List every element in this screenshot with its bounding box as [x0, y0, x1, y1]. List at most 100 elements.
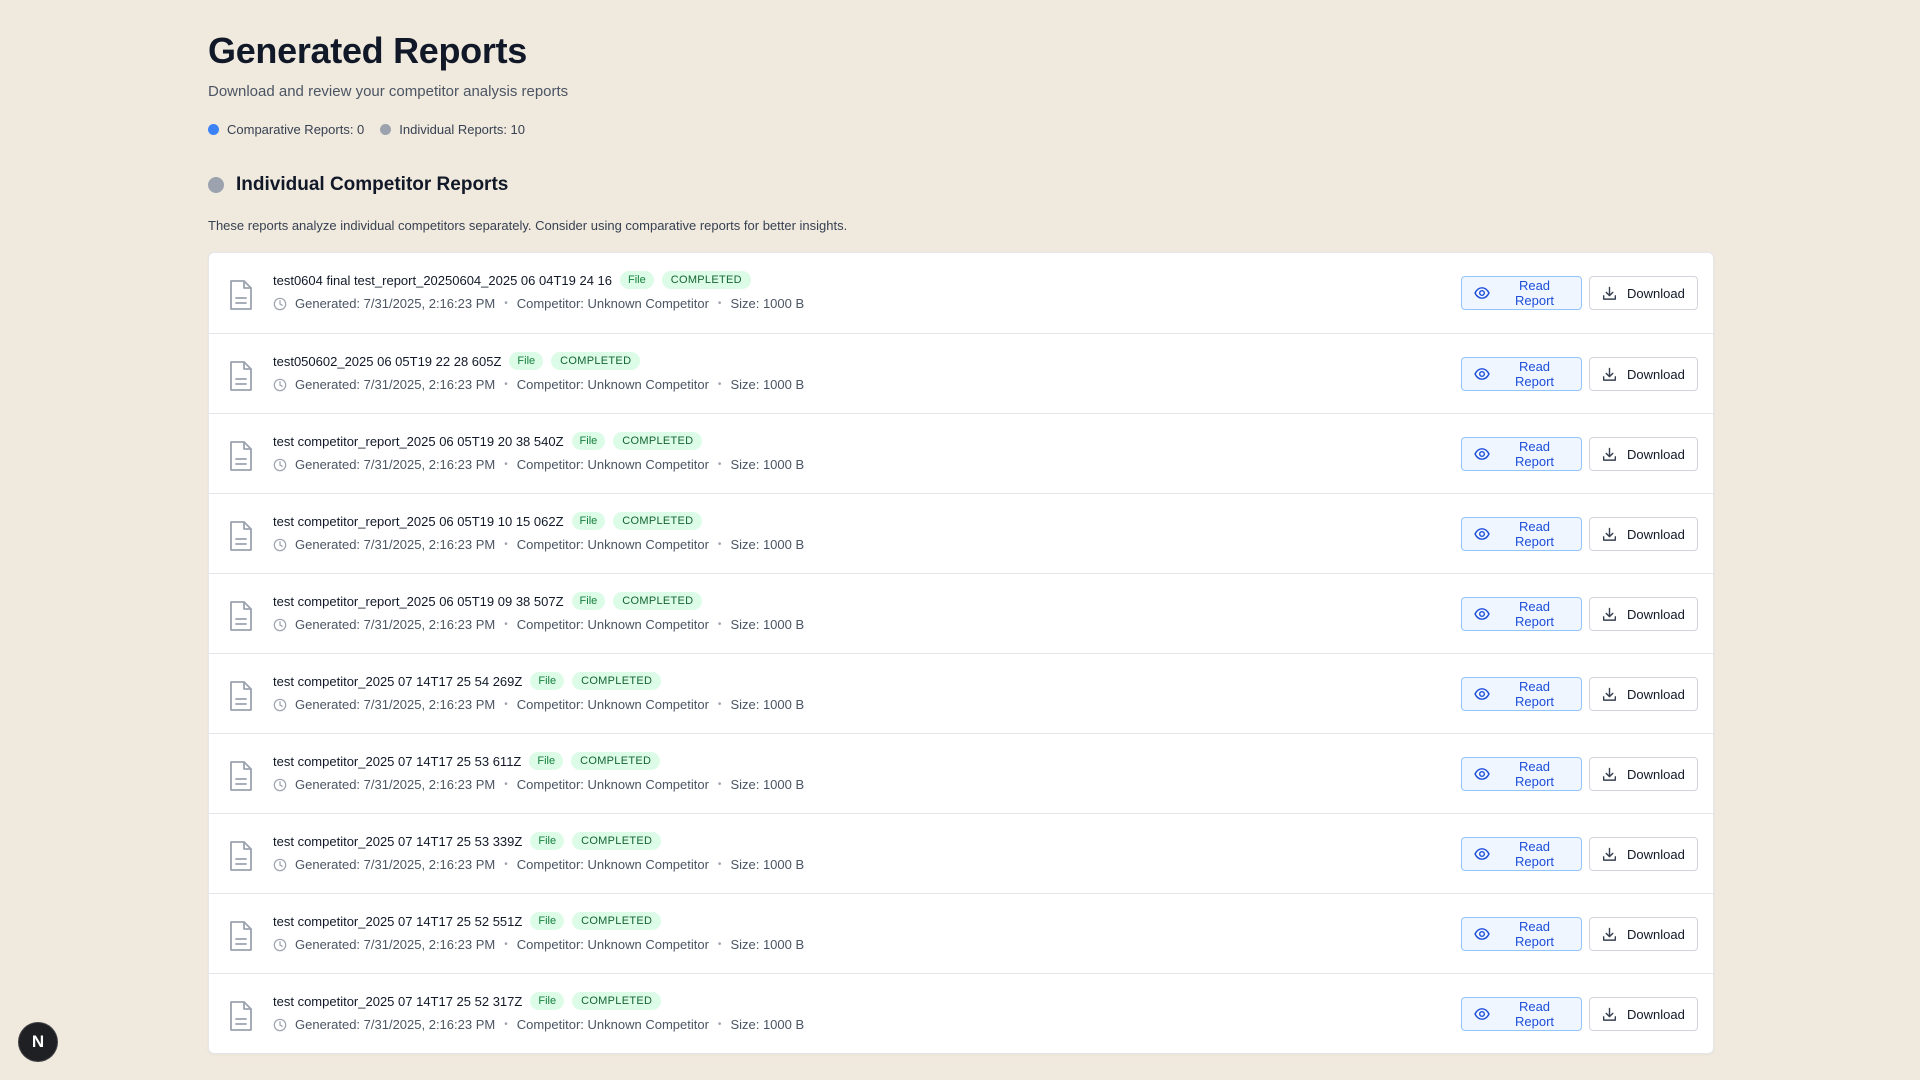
table-row: test competitor_2025 07 14T17 25 53 611Z…	[209, 733, 1713, 813]
separator: •	[717, 619, 722, 630]
separator: •	[504, 939, 508, 950]
status-badge: COMPLETED	[613, 512, 703, 530]
file-size: Size: 1000 B	[730, 537, 805, 552]
report-name: test competitor_2025 07 14T17 25 54 269Z	[273, 673, 523, 689]
generated-date: Generated: 7/31/2025, 2:16:23 PM	[295, 537, 496, 552]
file-text-icon	[227, 920, 255, 952]
eye-icon	[1474, 528, 1490, 540]
report-meta: Generated: 7/31/2025, 2:16:23 PM • Compe…	[273, 296, 804, 311]
separator: •	[504, 1019, 508, 1030]
competitor-name: Competitor: Unknown Competitor	[516, 377, 709, 392]
clock-icon	[273, 458, 287, 471]
separator: •	[717, 779, 722, 790]
generated-date: Generated: 7/31/2025, 2:16:23 PM	[295, 857, 496, 872]
download-button[interactable]: Download	[1589, 437, 1698, 471]
report-meta: Generated: 7/31/2025, 2:16:23 PM • Compe…	[273, 537, 804, 552]
separator: •	[717, 459, 722, 470]
separator: •	[717, 298, 722, 309]
file-text-icon	[227, 840, 255, 872]
read-report-label: Read Report	[1514, 839, 1555, 869]
table-row: test050602_2025 06 05T19 22 28 605Z File…	[209, 333, 1713, 413]
clock-icon	[273, 297, 287, 310]
report-info: test competitor_2025 07 14T17 25 53 611Z…	[273, 750, 804, 792]
file-size: Size: 1000 B	[730, 857, 805, 872]
download-button[interactable]: Download	[1589, 276, 1698, 310]
file-type-badge: File	[620, 271, 654, 289]
file-text-icon	[227, 279, 255, 311]
read-report-button[interactable]: Read Report	[1461, 757, 1582, 791]
report-name-line: test competitor_report_2025 06 05T19 09 …	[273, 590, 804, 612]
generated-date: Generated: 7/31/2025, 2:16:23 PM	[295, 697, 496, 712]
report-meta: Generated: 7/31/2025, 2:16:23 PM • Compe…	[273, 697, 804, 712]
read-report-button[interactable]: Read Report	[1461, 597, 1582, 631]
report-info: test050602_2025 06 05T19 22 28 605Z File…	[273, 350, 804, 392]
file-type-badge: File	[509, 352, 544, 370]
page-title: Generated Reports	[208, 30, 527, 71]
read-report-label: Read Report	[1514, 359, 1555, 389]
status-badge: COMPLETED	[571, 752, 661, 770]
read-report-button[interactable]: Read Report	[1461, 997, 1582, 1031]
table-row: test competitor_2025 07 14T17 25 54 269Z…	[209, 653, 1713, 733]
eye-icon	[1474, 928, 1490, 940]
report-name: test0604 final test_report_20250604_2025…	[273, 272, 612, 288]
download-button[interactable]: Download	[1589, 517, 1698, 551]
table-row: test competitor_report_2025 06 05T19 10 …	[209, 493, 1713, 573]
download-button[interactable]: Download	[1589, 997, 1698, 1031]
eye-icon	[1474, 1008, 1490, 1020]
read-report-button[interactable]: Read Report	[1461, 357, 1582, 391]
file-size: Size: 1000 B	[730, 617, 805, 632]
file-type-badge: File	[529, 752, 564, 770]
table-row: test competitor_2025 07 14T17 25 52 317Z…	[209, 973, 1713, 1053]
table-row: test competitor_report_2025 06 05T19 09 …	[209, 573, 1713, 653]
table-row: test competitor_2025 07 14T17 25 52 551Z…	[209, 893, 1713, 973]
report-name: test competitor_2025 07 14T17 25 53 339Z	[273, 833, 523, 849]
avatar[interactable]: N	[19, 1023, 57, 1061]
report-info: test0604 final test_report_20250604_2025…	[273, 269, 804, 311]
separator: •	[504, 779, 508, 790]
download-button[interactable]: Download	[1589, 357, 1698, 391]
download-label: Download	[1627, 766, 1685, 782]
report-stats: Comparative Reports: 0 Individual Report…	[208, 122, 541, 137]
report-info: test competitor_report_2025 06 05T19 10 …	[273, 510, 804, 552]
read-report-button[interactable]: Read Report	[1461, 517, 1582, 551]
read-report-button[interactable]: Read Report	[1461, 677, 1582, 711]
read-report-button[interactable]: Read Report	[1461, 837, 1582, 871]
file-type-badge: File	[530, 992, 565, 1010]
report-meta: Generated: 7/31/2025, 2:16:23 PM • Compe…	[273, 1017, 804, 1032]
file-size: Size: 1000 B	[730, 777, 805, 792]
download-button[interactable]: Download	[1589, 677, 1698, 711]
separator: •	[504, 379, 508, 390]
download-button[interactable]: Download	[1589, 597, 1698, 631]
generated-date: Generated: 7/31/2025, 2:16:23 PM	[295, 377, 496, 392]
read-report-button[interactable]: Read Report	[1461, 276, 1582, 310]
separator: •	[717, 539, 722, 550]
download-label: Download	[1627, 285, 1685, 301]
read-report-button[interactable]: Read Report	[1461, 917, 1582, 951]
file-text-icon	[227, 680, 255, 712]
download-icon	[1602, 687, 1617, 701]
row-actions: Read Report Download	[1461, 276, 1698, 310]
report-name: test competitor_report_2025 06 05T19 09 …	[273, 593, 564, 609]
report-name: test competitor_2025 07 14T17 25 52 551Z	[273, 913, 523, 929]
report-meta: Generated: 7/31/2025, 2:16:23 PM • Compe…	[273, 857, 804, 872]
status-badge: COMPLETED	[613, 592, 703, 610]
file-type-badge: File	[530, 912, 565, 930]
file-text-icon	[227, 360, 255, 392]
row-actions: Read Report Download	[1461, 357, 1698, 391]
read-report-button[interactable]: Read Report	[1461, 437, 1582, 471]
report-info: test competitor_2025 07 14T17 25 52 551Z…	[273, 910, 804, 952]
generated-date: Generated: 7/31/2025, 2:16:23 PM	[295, 937, 496, 952]
download-button[interactable]: Download	[1589, 917, 1698, 951]
report-name: test competitor_report_2025 06 05T19 20 …	[273, 433, 564, 449]
status-badge: COMPLETED	[572, 992, 662, 1010]
section-title: Individual Competitor Reports	[236, 174, 509, 195]
download-button[interactable]: Download	[1589, 757, 1698, 791]
generated-date: Generated: 7/31/2025, 2:16:23 PM	[295, 1017, 496, 1032]
download-button[interactable]: Download	[1589, 837, 1698, 871]
row-actions: Read Report Download	[1461, 677, 1698, 711]
report-name: test competitor_2025 07 14T17 25 53 611Z	[273, 753, 522, 769]
report-name-line: test competitor_2025 07 14T17 25 52 317Z…	[273, 990, 804, 1012]
generated-date: Generated: 7/31/2025, 2:16:23 PM	[295, 777, 496, 792]
separator: •	[504, 859, 508, 870]
download-label: Download	[1627, 446, 1685, 462]
